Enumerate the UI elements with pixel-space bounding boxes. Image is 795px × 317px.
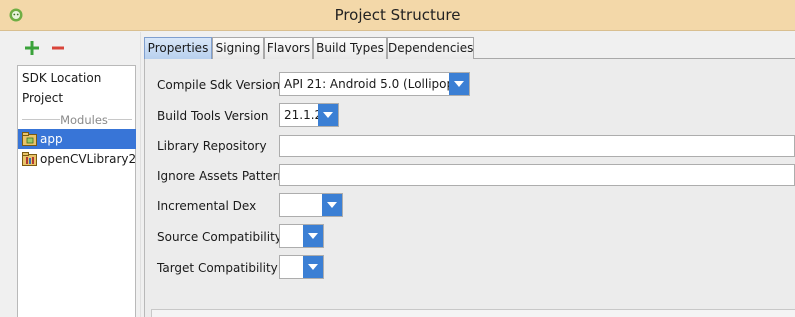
source-compat-label: Source Compatibility [157,230,282,244]
plus-icon[interactable] [24,40,40,56]
chevron-down-icon [322,194,342,216]
android-module-icon [22,132,37,146]
ignore-assets-label: Ignore Assets Pattern [157,169,286,183]
target-compat-label: Target Compatibility [157,261,278,275]
details-panel-edge [151,309,795,317]
sidebar-item-project[interactable]: Project [18,88,136,108]
modules-header: Modules [60,113,108,127]
chevron-down-icon [318,104,338,126]
separator-line [22,119,60,120]
ignore-assets-input[interactable] [279,164,795,186]
tab-build-types[interactable]: Build Types [313,37,387,59]
target-compat-dropdown[interactable] [279,255,324,279]
compile-sdk-dropdown[interactable]: API 21: Android 5.0 (Lollipop) [279,72,470,96]
sidebar-item-sdk-location[interactable]: SDK Location [18,68,136,88]
sidebar-item-label: Project [22,91,64,105]
incremental-dex-dropdown[interactable] [279,193,343,217]
chevron-down-icon [303,256,323,278]
separator-line [108,119,132,120]
incremental-dex-label: Incremental Dex [157,199,257,213]
build-tools-dropdown[interactable]: 21.1.2 [279,103,339,127]
sidebar-item-app[interactable]: app [18,129,136,149]
build-tools-value: 21.1.2 [284,108,323,122]
compile-sdk-value: API 21: Android 5.0 (Lollipop) [284,77,459,91]
sidebar-item-label: SDK Location [22,71,102,85]
properties-panel [144,58,795,317]
library-repository-input[interactable] [279,135,795,157]
sidebar-item-opencv-library[interactable]: openCVLibrary2410 [18,149,136,169]
panel-divider[interactable] [140,32,141,317]
compile-sdk-label: Compile Sdk Version [157,78,281,92]
chevron-down-icon [449,73,469,95]
minus-icon[interactable] [50,40,66,56]
tab-signing[interactable]: Signing [212,37,264,59]
module-label: app [40,132,63,146]
tab-dependencies[interactable]: Dependencies [387,37,474,59]
chevron-down-icon [303,225,323,247]
library-module-icon [22,152,37,166]
tab-flavors[interactable]: Flavors [264,37,313,59]
title-bar: Project Structure [0,0,795,31]
structure-sidebar: SDK Location Project Modules app openCVL… [17,65,136,317]
tab-properties[interactable]: Properties [144,37,212,59]
module-label: openCVLibrary2410 [40,152,136,166]
window-title: Project Structure [334,6,461,24]
source-compat-dropdown[interactable] [279,224,324,248]
modules-separator: Modules [18,112,136,128]
library-repository-label: Library Repository [157,139,267,153]
build-tools-label: Build Tools Version [157,109,269,123]
